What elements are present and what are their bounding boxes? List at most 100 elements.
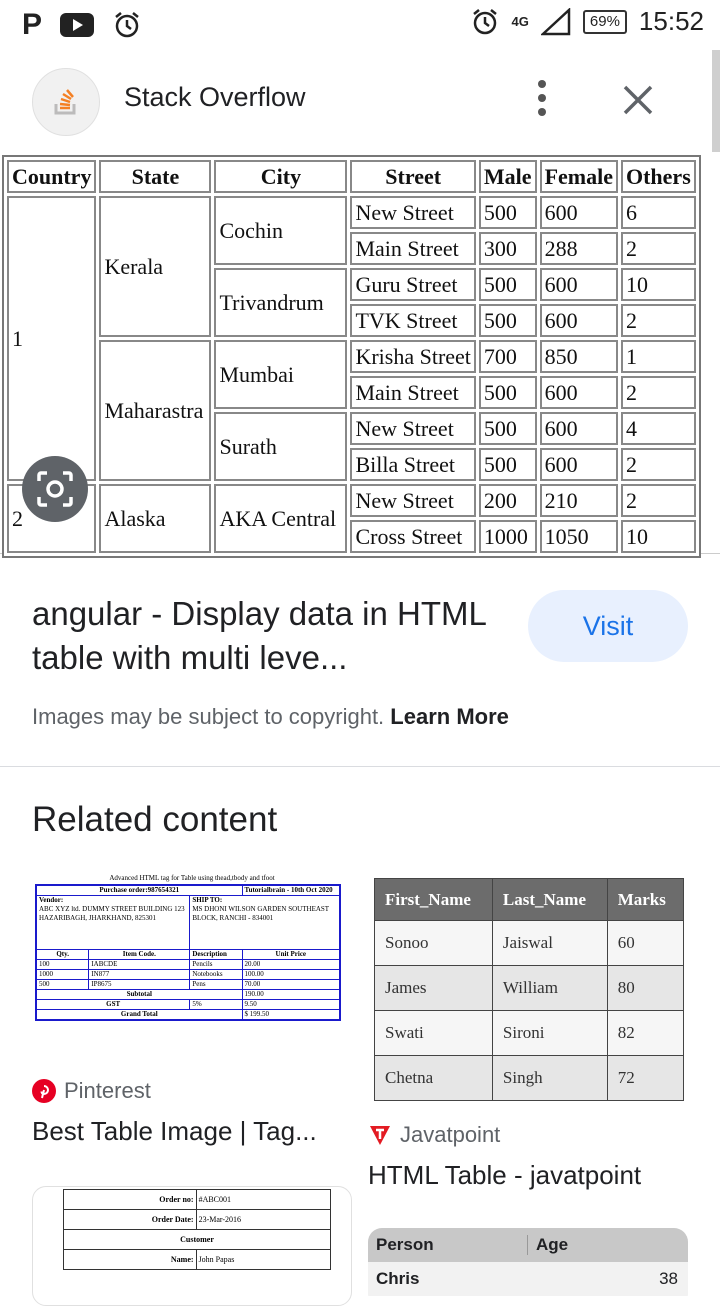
marks-row: Swati Sironi 82 bbox=[374, 1010, 685, 1056]
others-cell: 4 bbox=[620, 412, 696, 445]
female-cell: 600 bbox=[539, 376, 618, 409]
related-thumbnail-marks-table[interactable]: First_Name Last_Name Marks Sonoo Jaiswal 60 … bbox=[368, 872, 688, 1108]
order-customer-heading: Customer bbox=[63, 1229, 331, 1250]
marks-cell: Chetna bbox=[374, 1055, 493, 1101]
male-cell: 700 bbox=[478, 340, 537, 373]
marks-header: Last_Name bbox=[491, 878, 608, 921]
city-cell: Surath bbox=[214, 412, 348, 481]
result-title[interactable]: angular - Display data in HTML table wit… bbox=[32, 592, 512, 680]
marks-cell: James bbox=[374, 965, 493, 1011]
po-row: Subtotal 190.00 bbox=[35, 989, 341, 1000]
related-thumbnail-person-table[interactable]: Person Age Chris 38 bbox=[368, 1228, 688, 1308]
related-source-pinterest: Pinterest bbox=[32, 1078, 151, 1104]
order-label: Order no: bbox=[63, 1189, 197, 1210]
male-cell: 500 bbox=[478, 376, 537, 409]
state-cell: Maharastra bbox=[99, 340, 212, 481]
others-cell: 10 bbox=[620, 268, 696, 301]
po-row: 500 IP8675 Pens 70.00 bbox=[35, 979, 341, 990]
male-cell: 500 bbox=[478, 304, 537, 337]
po-vendor-label: Vendor: bbox=[39, 896, 64, 904]
female-cell: 600 bbox=[539, 196, 618, 229]
street-cell: Main Street bbox=[350, 376, 476, 409]
preview-table: Country State City Street Male Female Ot… bbox=[2, 155, 701, 558]
header-city: City bbox=[214, 160, 348, 193]
marks-cell: William bbox=[491, 965, 608, 1011]
marks-cell: Swati bbox=[374, 1010, 493, 1056]
po-col: Item Code. bbox=[88, 949, 191, 960]
male-cell: 500 bbox=[478, 448, 537, 481]
related-title[interactable]: Best Table Image | Tag... bbox=[32, 1116, 317, 1147]
close-icon[interactable] bbox=[616, 78, 660, 122]
city-cell: AKA Central bbox=[214, 484, 348, 553]
male-cell: 500 bbox=[478, 412, 537, 445]
po-order: Purchase order:987654321 bbox=[35, 884, 243, 896]
marks-row: Chetna Singh 72 bbox=[374, 1055, 685, 1101]
order-table: Order no: #ABC001 Order Date: 23-Mar-2016 … bbox=[63, 1189, 332, 1270]
learn-more-link[interactable]: Learn More bbox=[390, 704, 509, 729]
table-row: Maharastra Mumbai Krisha Street 700 850 … bbox=[7, 340, 696, 481]
po-grand-label: Grand Total bbox=[35, 1009, 243, 1021]
po-gst: 9.50 bbox=[241, 999, 341, 1010]
order-value: #ABC001 bbox=[195, 1189, 332, 1210]
state-cell: Kerala bbox=[99, 196, 212, 337]
po-col: Description bbox=[189, 949, 243, 960]
street-cell: Krisha Street bbox=[350, 340, 476, 373]
po-cell: 100 bbox=[35, 959, 90, 970]
po-cell: 1000 bbox=[35, 969, 90, 980]
youtube-notification-icon bbox=[60, 13, 95, 37]
po-gst-label: GST bbox=[35, 999, 191, 1010]
po-cell: Pens bbox=[189, 979, 243, 990]
po-col: Unit Price bbox=[241, 949, 341, 960]
female-cell: 600 bbox=[539, 304, 618, 337]
person-cell: Chris bbox=[376, 1269, 420, 1288]
male-cell: 200 bbox=[478, 484, 537, 517]
more-options-icon[interactable] bbox=[530, 80, 554, 120]
po-vendor: Vendor: ABC XYZ ltd. DUMMY STREET BUILDIN… bbox=[35, 895, 191, 950]
header-state: State bbox=[99, 160, 212, 193]
female-cell: 288 bbox=[539, 232, 618, 265]
po-cell: 500 bbox=[35, 979, 90, 990]
others-cell: 2 bbox=[620, 484, 696, 517]
po-grand-total: $ 199.50 bbox=[241, 1009, 341, 1021]
order-label: Order Date: bbox=[63, 1209, 197, 1230]
po-row: GST 5% 9.50 bbox=[35, 999, 341, 1010]
alarm-icon bbox=[115, 12, 139, 38]
marks-cell: 72 bbox=[606, 1055, 685, 1101]
female-cell: 210 bbox=[539, 484, 618, 517]
visit-button[interactable]: Visit bbox=[528, 590, 688, 662]
street-cell: Main Street bbox=[350, 232, 476, 265]
others-cell: 1 bbox=[620, 340, 696, 373]
person-cell: 38 bbox=[659, 1269, 678, 1288]
stack-overflow-logo-icon bbox=[54, 89, 76, 115]
po-cell: 70.00 bbox=[241, 979, 341, 990]
related-thumbnail-order-form[interactable]: Order no: #ABC001 Order Date: 23-Mar-2016 … bbox=[32, 1186, 352, 1306]
header-female: Female bbox=[539, 160, 618, 193]
others-cell: 2 bbox=[620, 448, 696, 481]
person-header-row: Person Age bbox=[368, 1228, 688, 1262]
country-cell: 1 bbox=[7, 196, 97, 481]
street-cell: Billa Street bbox=[350, 448, 476, 481]
po-cell: Pencils bbox=[189, 959, 243, 970]
female-cell: 600 bbox=[539, 268, 618, 301]
header-street: Street bbox=[350, 160, 476, 193]
street-cell: TVK Street bbox=[350, 304, 476, 337]
related-title[interactable]: HTML Table - javatpoint bbox=[368, 1160, 641, 1191]
copyright-text: Images may be subject to copyright. bbox=[32, 704, 385, 729]
po-row: 100 IABCDE Pencils 20.00 bbox=[35, 959, 341, 970]
po-vendor-address: ABC XYZ ltd. DUMMY STREET BUILDING 123 H… bbox=[39, 905, 185, 922]
status-bar: P 4G 69% 15:52 bbox=[0, 0, 720, 50]
battery-indicator: 69% bbox=[582, 9, 627, 34]
lens-search-button[interactable] bbox=[22, 456, 88, 522]
divider bbox=[0, 766, 720, 767]
related-source-javatpoint: Javatpoint bbox=[368, 1122, 500, 1148]
related-thumbnail-purchase-order[interactable]: Advanced HTML tag for Table using thead,… bbox=[32, 862, 352, 1062]
state-cell: Alaska bbox=[99, 484, 212, 553]
street-cell: New Street bbox=[350, 196, 476, 229]
po-subtotal-label: Subtotal bbox=[35, 989, 243, 1000]
pinterest-icon bbox=[32, 1079, 56, 1103]
preview-header: Stack Overflow bbox=[0, 58, 720, 142]
header-others: Others bbox=[620, 160, 696, 193]
street-cell: Cross Street bbox=[350, 520, 476, 553]
site-favicon bbox=[32, 68, 100, 136]
street-cell: New Street bbox=[350, 484, 476, 517]
